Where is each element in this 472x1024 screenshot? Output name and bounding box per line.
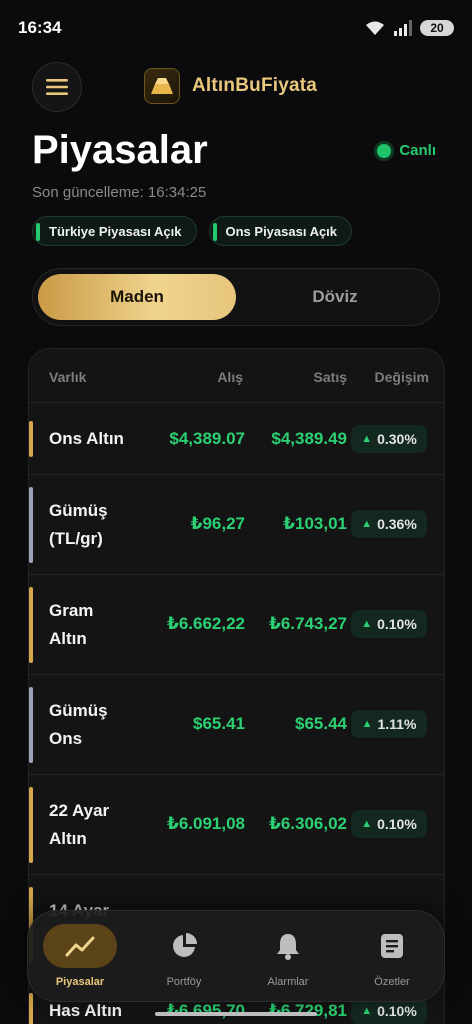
battery-icon: 20 xyxy=(420,20,454,36)
nav-item-ozetler[interactable]: Özetler xyxy=(347,916,437,996)
change-badge: ▲ 1.11% xyxy=(351,710,427,738)
bottom-navigation: Piyasalar Portföy Alarmlar Özetler xyxy=(27,910,445,1002)
trend-chart-icon xyxy=(65,936,95,957)
buy-price: $65.41 xyxy=(193,714,245,733)
market-status-pills: Türkiye Piyasası Açık Ons Piyasası Açık xyxy=(32,216,353,246)
nav-item-portfoy[interactable]: Portföy xyxy=(139,916,229,996)
asset-name: Gram Altın xyxy=(49,601,94,648)
sell-price: $65.44 xyxy=(295,714,347,733)
change-value: 0.10% xyxy=(377,616,417,632)
live-label: Canlı xyxy=(399,142,436,159)
nav-label: Portföy xyxy=(166,976,202,988)
signal-icon xyxy=(394,20,412,36)
buy-price: ₺96,27 xyxy=(190,514,245,533)
ons-market-status-pill: Ons Piyasası Açık xyxy=(208,216,353,246)
document-icon xyxy=(381,934,403,958)
turkey-market-status-pill: Türkiye Piyasası Açık xyxy=(32,216,197,246)
menu-button[interactable] xyxy=(32,62,82,112)
up-arrow-icon: ▲ xyxy=(361,433,373,445)
bell-icon xyxy=(277,934,299,960)
nav-icon-wrap xyxy=(355,924,429,968)
table-row[interactable]: Gram Altın ₺6.662,22 ₺6.743,27 ▲ 0.10% xyxy=(29,575,444,675)
change-badge: ▲ 0.30% xyxy=(351,425,427,453)
live-dot-icon xyxy=(377,143,392,158)
change-badge: ▲ 0.10% xyxy=(351,810,427,838)
brand-name: AltınBuFiyata xyxy=(192,75,318,96)
live-indicator: Canlı xyxy=(377,142,436,159)
nav-label: Piyasalar xyxy=(55,976,105,988)
change-badge: ▲ 0.36% xyxy=(351,510,427,538)
wifi-icon xyxy=(366,21,384,35)
buy-price: ₺6.695,70 xyxy=(166,1001,245,1020)
category-tabs: Maden Döviz xyxy=(32,268,440,326)
nav-icon-wrap xyxy=(43,924,117,968)
sell-price: ₺6.306,02 xyxy=(268,814,347,833)
gold-bar-logo-icon xyxy=(144,68,180,104)
row-accent-bar xyxy=(29,587,33,663)
change-badge: ▲ 0.10% xyxy=(351,610,427,638)
column-header-name: Varlık xyxy=(49,369,87,385)
change-value: 1.11% xyxy=(377,716,417,732)
asset-name: 22 Ayar Altın xyxy=(49,801,110,848)
tab-doviz[interactable]: Döviz xyxy=(236,274,434,320)
table-row[interactable]: 22 Ayar Altın ₺6.091,08 ₺6.306,02 ▲ 0.10… xyxy=(29,775,444,875)
tab-maden[interactable]: Maden xyxy=(38,274,236,320)
row-accent-bar xyxy=(29,487,33,563)
table-row[interactable]: Ons Altın $4,389.07 $4,389.49 ▲ 0.30% xyxy=(29,403,444,475)
pie-chart-icon xyxy=(173,933,197,957)
sell-price: ₺103,01 xyxy=(283,514,347,533)
status-time: 16:34 xyxy=(18,18,62,37)
page-title: Piyasalar xyxy=(32,128,208,172)
nav-item-piyasalar[interactable]: Piyasalar xyxy=(35,916,125,996)
up-arrow-icon: ▲ xyxy=(361,818,373,830)
buy-price: $4,389.07 xyxy=(169,429,245,448)
hamburger-icon xyxy=(46,79,68,95)
up-arrow-icon: ▲ xyxy=(361,1005,373,1017)
asset-name: Gümüş (TL/gr) xyxy=(49,501,108,548)
change-value: 0.30% xyxy=(377,431,417,447)
nav-label: Alarmlar xyxy=(267,976,309,988)
home-indicator[interactable] xyxy=(155,1012,317,1016)
status-bar: 16:34 20 xyxy=(0,0,472,56)
change-value: 0.10% xyxy=(377,1003,417,1019)
sell-price: ₺6.743,27 xyxy=(268,614,347,633)
change-value: 0.36% xyxy=(377,516,417,532)
table-row[interactable]: Gümüş Ons $65.41 $65.44 ▲ 1.11% xyxy=(29,675,444,775)
nav-icon-wrap xyxy=(147,924,221,968)
column-header-change: Değişim xyxy=(374,369,429,385)
asset-name: Gümüş Ons xyxy=(49,701,108,748)
sell-price: ₺6.729,81 xyxy=(268,1001,347,1020)
table-row[interactable]: Gümüş (TL/gr) ₺96,27 ₺103,01 ▲ 0.36% xyxy=(29,475,444,575)
buy-price: ₺6.662,22 xyxy=(166,614,245,633)
brand: AltınBuFiyata xyxy=(144,66,317,106)
column-header-buy: Alış xyxy=(217,369,243,385)
last-updated: Son güncelleme: 16:34:25 xyxy=(32,184,207,201)
row-accent-bar xyxy=(29,687,33,763)
up-arrow-icon: ▲ xyxy=(361,618,373,630)
change-value: 0.10% xyxy=(377,816,417,832)
sell-price: $4,389.49 xyxy=(271,429,347,448)
column-header-sell: Satış xyxy=(313,369,347,385)
status-icons: 20 xyxy=(364,20,454,36)
row-accent-bar xyxy=(29,993,33,1024)
nav-item-alarmlar[interactable]: Alarmlar xyxy=(243,916,333,996)
up-arrow-icon: ▲ xyxy=(361,718,373,730)
table-header: Varlık Alış Satış Değişim xyxy=(29,349,444,403)
nav-icon-wrap xyxy=(251,924,325,968)
row-accent-bar xyxy=(29,421,33,457)
up-arrow-icon: ▲ xyxy=(361,518,373,530)
buy-price: ₺6.091,08 xyxy=(166,814,245,833)
row-accent-bar xyxy=(29,787,33,863)
nav-label: Özetler xyxy=(374,976,410,988)
